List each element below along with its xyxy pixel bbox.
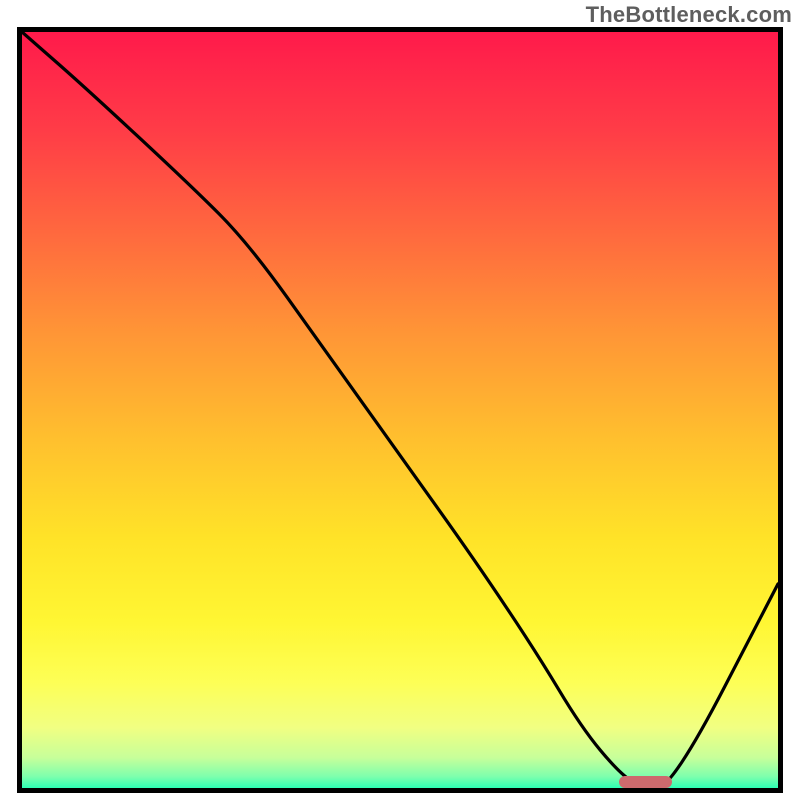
- bottleneck-curve: [22, 32, 778, 788]
- optimal-range-marker: [619, 776, 672, 788]
- watermark-text: TheBottleneck.com: [586, 2, 792, 28]
- plot-area: [17, 27, 783, 793]
- chart-frame: TheBottleneck.com: [0, 0, 800, 800]
